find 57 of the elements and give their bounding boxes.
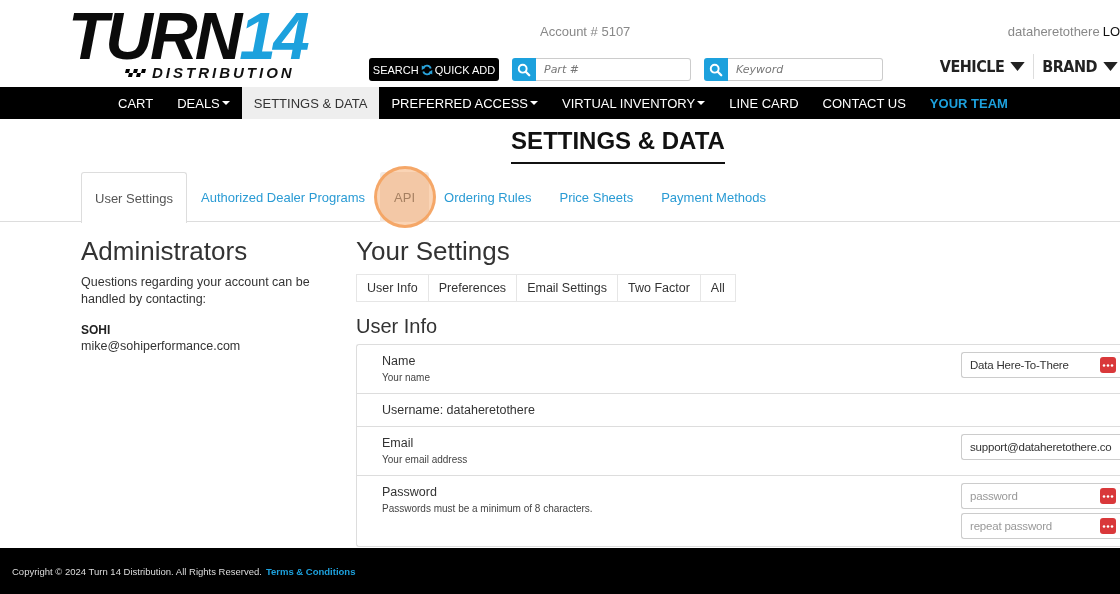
contact-name: SOHI bbox=[81, 322, 112, 338]
filter-dropdown[interactable]: BRAND bbox=[1033, 54, 1120, 79]
input-field[interactable]: Data Here-To-There bbox=[961, 352, 1120, 378]
caret-icon bbox=[221, 101, 230, 105]
terms-link[interactable]: Terms & Conditions bbox=[265, 565, 356, 577]
nav-link[interactable]: SETTINGS & DATA bbox=[241, 87, 380, 119]
filter-dropdown[interactable]: VEHICLE bbox=[939, 54, 1034, 79]
search-button[interactable] bbox=[512, 58, 536, 81]
row-hint: Passwords must be a minimum of 8 characters. bbox=[382, 502, 593, 516]
subtab-button[interactable]: Preferences bbox=[427, 274, 518, 302]
username: dataheretothere bbox=[1007, 24, 1100, 39]
search-field[interactable]: Keyword bbox=[728, 58, 883, 81]
checkered-flag-icon bbox=[124, 68, 148, 77]
ellipsis-icon[interactable] bbox=[1100, 488, 1116, 504]
row-label: Password bbox=[382, 484, 438, 501]
section-subheading: User Info bbox=[356, 314, 439, 338]
search-field[interactable]: Part # bbox=[536, 58, 691, 81]
row-label: Email bbox=[382, 435, 415, 452]
section-heading: Your Settings bbox=[356, 236, 511, 266]
subtab-button[interactable]: All bbox=[699, 274, 736, 302]
logo-tagline: DISTRIBUTION bbox=[152, 64, 295, 81]
input-field[interactable]: support@dataheretothere.co bbox=[961, 434, 1120, 460]
page-title: SETTINGS & DATA bbox=[511, 128, 725, 164]
row-label: Username: dataheretothere bbox=[382, 402, 535, 419]
search-button[interactable] bbox=[704, 58, 728, 81]
nav-link[interactable]: YOUR TEAM bbox=[917, 87, 1020, 119]
description-text: Questions regarding your account can be handled by contacting: bbox=[81, 274, 311, 308]
section-heading: Administrators bbox=[81, 236, 249, 266]
row-label: Name bbox=[382, 353, 417, 370]
nav-link[interactable]: VIRTUAL INVENTORY bbox=[550, 87, 718, 119]
caret-icon bbox=[697, 101, 706, 105]
subtab-button[interactable]: Two Factor bbox=[617, 274, 701, 302]
subtab-button[interactable]: User Info bbox=[356, 274, 429, 302]
search-icon bbox=[709, 62, 723, 77]
nav-link[interactable]: PREFERRED ACCESS bbox=[379, 87, 550, 119]
input-field[interactable]: repeat password bbox=[961, 513, 1120, 539]
nav-link[interactable]: CONTACT US bbox=[810, 87, 918, 119]
refresh-icon bbox=[420, 63, 433, 76]
input-field[interactable]: password bbox=[961, 483, 1120, 509]
logout-link[interactable]: LO bbox=[1102, 24, 1120, 39]
row-hint: Your email address bbox=[382, 453, 468, 467]
contact-email: mike@sohiperformance.com bbox=[81, 338, 242, 354]
nav-link[interactable]: LINE CARD bbox=[717, 87, 811, 119]
copyright-text: Copyright © 2024 Turn 14 Distribution. All Rights Reserved. bbox=[12, 565, 262, 577]
search-quick-add-button[interactable]: SEARCH QUICK ADD bbox=[369, 58, 499, 81]
ellipsis-icon[interactable] bbox=[1100, 357, 1116, 373]
row-hint: Your name bbox=[382, 371, 430, 385]
tab[interactable]: User Settings bbox=[81, 172, 188, 223]
nav-link[interactable]: CART bbox=[106, 87, 166, 119]
account-number: Account # 5107 bbox=[540, 24, 631, 39]
search-icon bbox=[517, 62, 531, 77]
caret-icon bbox=[530, 101, 538, 105]
nav-link[interactable]: DEALS bbox=[165, 87, 242, 119]
ellipsis-icon[interactable] bbox=[1100, 518, 1116, 534]
caret-icon bbox=[1010, 62, 1026, 71]
subtab-button[interactable]: Email Settings bbox=[516, 274, 619, 302]
caret-icon bbox=[1103, 62, 1118, 71]
